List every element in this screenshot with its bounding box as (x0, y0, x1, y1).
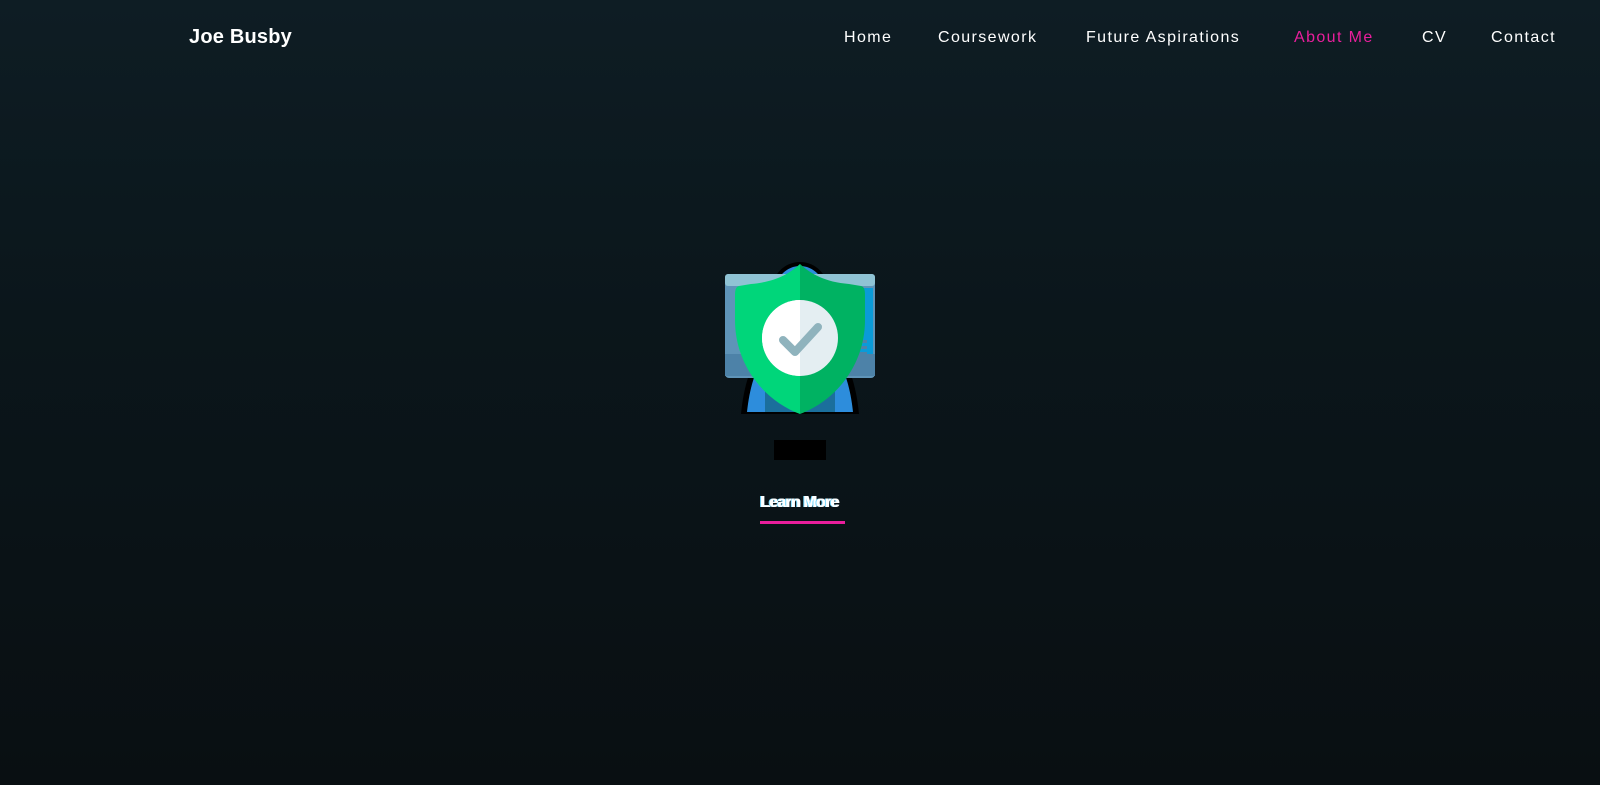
learn-more-underline (760, 521, 845, 524)
nav-cv[interactable]: CV (1422, 28, 1447, 48)
hero-redacted-label (774, 440, 826, 460)
nav-about-me[interactable]: About Me (1294, 28, 1374, 48)
nav-coursework[interactable]: Coursework (938, 28, 1037, 48)
main-navigation: Home Coursework Future Aspirations About… (0, 28, 1600, 52)
security-shield-check-icon (723, 262, 877, 416)
nav-contact[interactable]: Contact (1491, 28, 1556, 48)
nav-home[interactable]: Home (844, 28, 892, 48)
learn-more-link[interactable]: Learn More (760, 494, 839, 512)
nav-future-aspirations[interactable]: Future Aspirations (1086, 28, 1240, 48)
